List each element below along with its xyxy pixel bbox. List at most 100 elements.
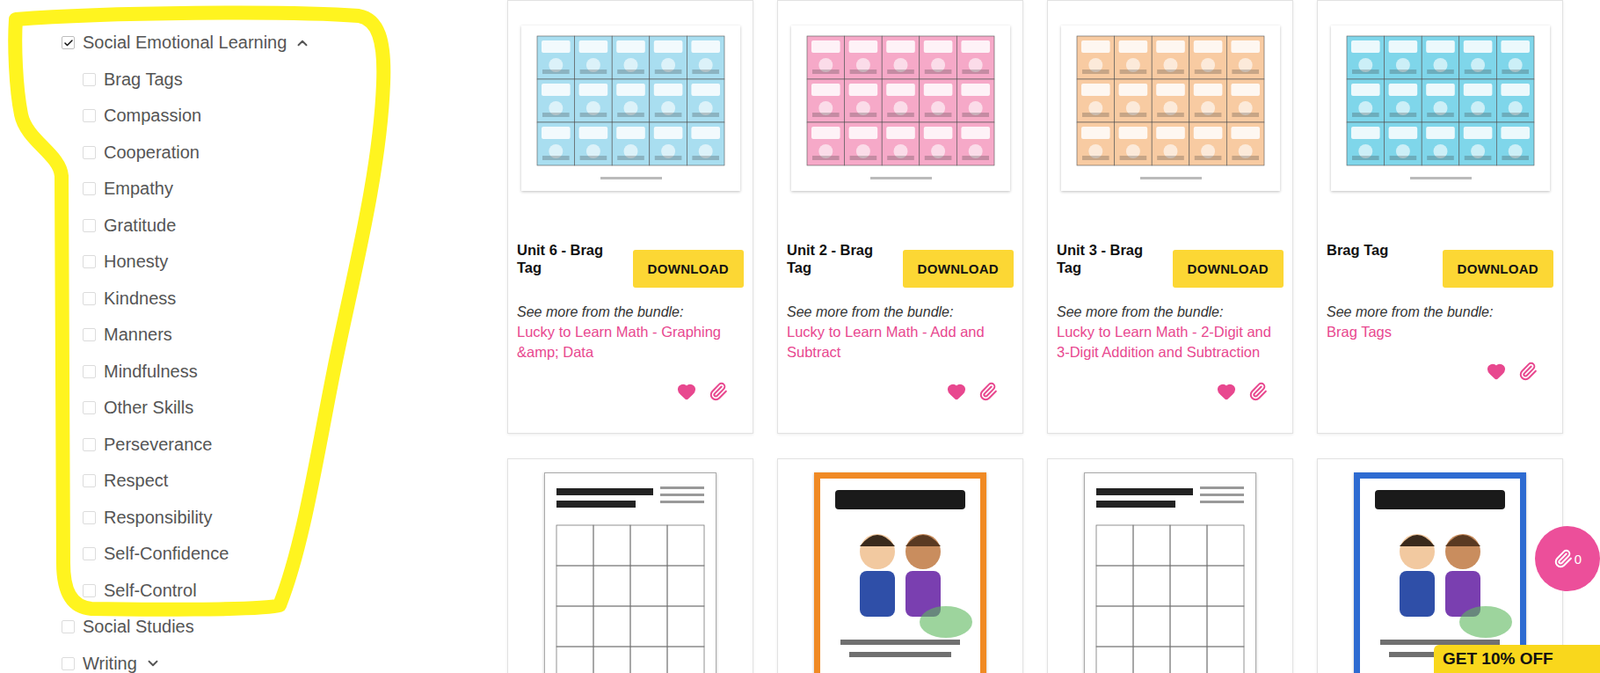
filter-group: Writing	[61, 645, 508, 673]
thumbnail[interactable]	[1047, 465, 1293, 673]
filter-label: Brag Tags	[103, 69, 183, 90]
heart-icon[interactable]	[1216, 381, 1237, 401]
filter-label: Mindfulness	[103, 361, 198, 382]
highlight-annotation-icon	[0, 0, 405, 673]
filter-group: Social Emotional Learning Brag Tags Compas…	[61, 24, 508, 609]
download-button[interactable]: DOWNLOAD	[1172, 249, 1284, 288]
filter-group: Social Studies	[61, 608, 508, 646]
product-title: Brag Tag	[1326, 240, 1436, 259]
thumbnail[interactable]	[1317, 7, 1563, 191]
filter-item[interactable]: Compassion	[61, 97, 508, 135]
checkbox[interactable]	[61, 619, 75, 633]
checkbox[interactable]	[82, 327, 96, 342]
download-button[interactable]: DOWNLOAD	[1442, 249, 1554, 288]
card-actions	[1056, 381, 1284, 401]
chevron-down-icon[interactable]	[145, 654, 161, 671]
thumbnail[interactable]	[508, 465, 753, 673]
bundle-label: See more from the bundle:	[786, 302, 1014, 322]
filter-item[interactable]: Honesty	[61, 243, 508, 281]
checkbox[interactable]	[61, 656, 75, 670]
filter-label: Cooperation	[103, 142, 200, 163]
paperclip-icon[interactable]	[708, 381, 728, 401]
bundle-link[interactable]: Lucky to Learn Math - Graphing &amp; Dat…	[516, 321, 744, 363]
product-grid: Unit 6 - Brag TagDOWNLOADSee more from t…	[507, 0, 1564, 673]
filter-label: Gratitude	[103, 215, 176, 236]
poster-thumbnail-icon	[1353, 472, 1527, 673]
chevron-up-icon[interactable]	[294, 35, 311, 51]
clip-count: 0	[1574, 551, 1582, 567]
checkbox[interactable]	[82, 291, 96, 306]
filter-item[interactable]: Cooperation	[61, 134, 508, 172]
checkbox[interactable]	[61, 36, 75, 50]
checkbox[interactable]	[82, 546, 96, 560]
checkbox[interactable]	[82, 400, 96, 415]
product-title: Unit 3 - Brag Tag	[1056, 240, 1166, 277]
thumbnail[interactable]	[508, 7, 753, 191]
bundle-link[interactable]: Brag Tags	[1326, 321, 1554, 342]
thumbnail-frame	[791, 25, 1011, 191]
filter-item[interactable]: Other Skills	[61, 389, 508, 427]
filter-label: Social Studies	[82, 616, 195, 637]
filter-item[interactable]: Writing	[61, 645, 508, 673]
filter-item[interactable]: Perseverance	[61, 426, 508, 464]
paperclip-icon[interactable]	[978, 381, 998, 401]
thumbnail-frame	[1330, 25, 1550, 191]
filter-label: Honesty	[103, 251, 168, 272]
thumbnail[interactable]	[778, 7, 1023, 191]
brag-tag-sheet-icon	[791, 25, 1011, 191]
checkbox[interactable]	[82, 181, 96, 196]
heart-icon[interactable]	[1486, 361, 1506, 381]
checkbox[interactable]	[82, 364, 96, 379]
filter-label: Respect	[103, 470, 168, 491]
filter-label: Writing	[82, 653, 138, 673]
filter-item[interactable]: Social Emotional Learning	[61, 24, 508, 62]
checkbox[interactable]	[82, 72, 96, 87]
filter-item[interactable]: Kindness	[61, 280, 508, 318]
filter-item[interactable]: Self-Control	[61, 572, 508, 610]
filter-item[interactable]: Mindfulness	[61, 353, 508, 391]
checkbox[interactable]	[82, 109, 96, 123]
paperclip-icon[interactable]	[1518, 361, 1538, 381]
heart-icon[interactable]	[946, 381, 967, 401]
thumbnail[interactable]	[1317, 465, 1563, 673]
bundle-label: See more from the bundle:	[1056, 302, 1284, 322]
card-body: Unit 3 - Brag TagDOWNLOAD See more from t…	[1047, 190, 1293, 401]
page: Social Emotional Learning Brag Tags Compas…	[0, 0, 1600, 673]
filter-item[interactable]: Empathy	[61, 170, 508, 208]
filter-item[interactable]: Self-Confidence	[61, 535, 508, 573]
filter-item[interactable]: Social Studies	[61, 608, 508, 646]
filter-label: Responsibility	[103, 507, 212, 528]
bundle-link[interactable]: Lucky to Learn Math - Add and Subtract	[786, 321, 1014, 363]
checkbox[interactable]	[82, 473, 96, 488]
filter-item[interactable]: Responsibility	[61, 499, 508, 537]
promo-button[interactable]: GET 10% OFF	[1433, 644, 1600, 673]
download-button[interactable]: DOWNLOAD	[902, 249, 1014, 288]
checkbox[interactable]	[82, 254, 96, 269]
product-card	[507, 458, 754, 673]
checkbox[interactable]	[82, 437, 96, 451]
card-header: Brag Tag DOWNLOAD	[1326, 240, 1554, 288]
heart-icon[interactable]	[676, 381, 697, 401]
filter-label: Compassion	[103, 105, 202, 126]
checkbox[interactable]	[82, 145, 96, 160]
download-button[interactable]: DOWNLOAD	[632, 249, 744, 288]
thumbnail[interactable]	[778, 465, 1023, 673]
checkbox[interactable]	[82, 510, 96, 524]
filter-label: Social Emotional Learning	[82, 32, 287, 53]
filter-item[interactable]: Respect	[61, 462, 508, 500]
filter-label: Empathy	[103, 178, 174, 199]
filter-item[interactable]: Gratitude	[61, 207, 508, 245]
product-card: Unit 6 - Brag TagDOWNLOADSee more from t…	[507, 0, 754, 434]
checkbox[interactable]	[82, 218, 96, 233]
thumbnail[interactable]	[1047, 7, 1293, 191]
clip-badge[interactable]: 0	[1534, 525, 1600, 591]
paperclip-icon[interactable]	[1248, 381, 1268, 401]
filter-item[interactable]: Brag Tags	[61, 61, 508, 99]
filter-label: Self-Control	[103, 580, 197, 601]
bundle-link[interactable]: Lucky to Learn Math - 2-Digit and 3-Digi…	[1056, 321, 1284, 363]
product-card	[777, 458, 1024, 673]
worksheet-thumbnail-icon	[544, 472, 717, 673]
filter-item[interactable]: Manners	[61, 316, 508, 354]
card-actions	[1326, 361, 1554, 381]
checkbox[interactable]	[82, 583, 96, 597]
